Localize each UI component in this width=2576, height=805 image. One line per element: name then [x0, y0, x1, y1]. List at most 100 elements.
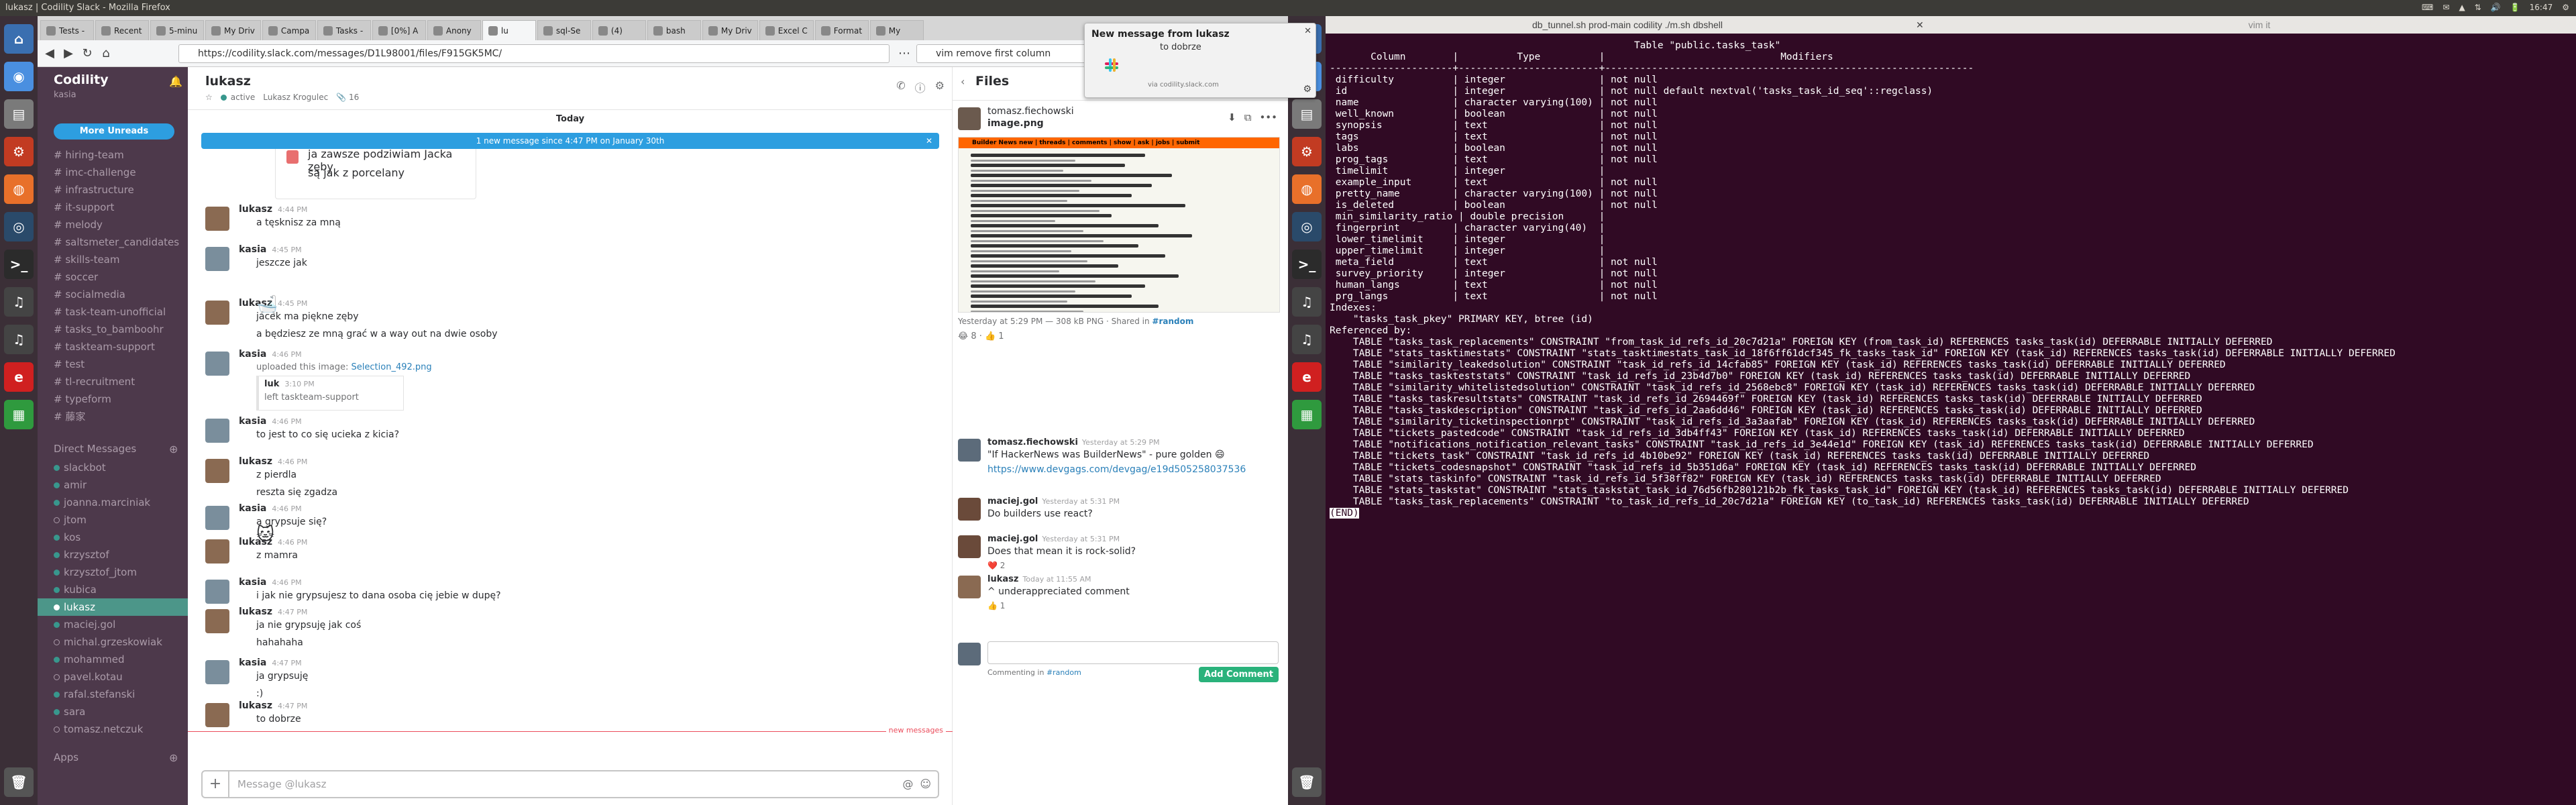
reload-icon[interactable]: ↻ — [79, 46, 95, 62]
page-actions-icon[interactable]: ⋯ — [896, 46, 912, 62]
author-name[interactable]: lukasz — [239, 456, 272, 467]
home-icon[interactable]: ⌂ — [4, 24, 34, 54]
sidebar-channel[interactable]: # soccer — [54, 268, 98, 286]
sidebar-channel[interactable]: # imc-challenge — [54, 164, 136, 181]
terminal-prompt[interactable]: (END) — [1330, 508, 2571, 519]
sidebar-channel[interactable]: # it-support — [54, 199, 114, 216]
browser-tab[interactable]: My — [869, 20, 924, 40]
forward-icon[interactable]: ▶ — [60, 46, 76, 62]
app-icon[interactable]: e — [4, 362, 34, 392]
message-author[interactable]: lukasz 4:47 PM — [239, 700, 307, 711]
avatar[interactable] — [958, 439, 981, 462]
chat-name[interactable]: lukasz — [205, 74, 251, 89]
mention-icon[interactable]: @ — [902, 777, 913, 790]
timestamp[interactable]: 4:46 PM — [272, 417, 301, 426]
comment-reaction[interactable]: 👍 1 — [987, 601, 1005, 610]
browser-tab[interactable]: Anony — [427, 20, 481, 40]
browser-tab[interactable]: 5-minu — [150, 20, 204, 40]
avatar[interactable] — [958, 498, 981, 521]
spreadsheet-icon[interactable]: ▦ — [4, 400, 34, 429]
author-name[interactable]: kasia — [239, 349, 266, 360]
sidebar-dm[interactable]: maciej.gol — [54, 616, 115, 633]
timestamp[interactable]: 4:46 PM — [278, 458, 307, 466]
sidebar-channel[interactable]: # hiring-team — [54, 146, 124, 164]
avatar[interactable] — [958, 107, 981, 130]
image-preview[interactable]: Builder News new | threads | comments | … — [958, 137, 1280, 313]
message-composer[interactable]: + Message @lukasz @ ☺ — [201, 770, 939, 798]
message-author[interactable]: kasia 4:46 PM — [239, 349, 302, 360]
more-unreads-button[interactable]: More Unreads — [54, 123, 174, 140]
timestamp[interactable]: 4:47 PM — [278, 608, 307, 616]
sidebar-dm[interactable]: krzysztof_jtom — [54, 564, 137, 581]
sidebar-dm[interactable]: sara — [54, 703, 85, 720]
author-name[interactable]: kasia — [239, 657, 266, 668]
comment-link[interactable]: https://www.devgags.com/devgag/e19d50525… — [987, 464, 1246, 475]
message-author[interactable]: kasia 4:45 PM — [239, 244, 302, 255]
firefox-icon[interactable]: ◍ — [4, 174, 34, 204]
avatar[interactable] — [205, 459, 229, 483]
timestamp[interactable]: 4:46 PM — [272, 578, 301, 587]
author-name[interactable]: kasia — [239, 577, 266, 588]
author-name[interactable]: lukasz — [239, 700, 272, 711]
timestamp[interactable]: Yesterday at 5:31 PM — [1042, 497, 1120, 506]
trash-icon[interactable]: 🗑 — [4, 767, 34, 797]
trash-icon[interactable]: 🗑 — [1292, 767, 1322, 797]
sidebar-channel[interactable]: # tasks_to_bamboohr — [54, 321, 164, 338]
avatar[interactable] — [205, 419, 229, 443]
browser-tab[interactable]: Tests - — [40, 20, 94, 40]
browser-tab[interactable]: bash — [647, 20, 701, 40]
sidebar-channel[interactable]: # infrastructure — [54, 181, 134, 199]
timestamp[interactable]: 4:45 PM — [278, 299, 307, 308]
message-author[interactable]: kasia 4:46 PM — [239, 416, 302, 427]
spreadsheet-icon[interactable]: ▦ — [1292, 400, 1322, 429]
avatar[interactable] — [205, 301, 229, 325]
sidebar-dm[interactable]: pavel.kotau — [54, 668, 123, 686]
timestamp[interactable]: 4:45 PM — [272, 246, 301, 254]
sidebar-dm[interactable]: kubica — [54, 581, 97, 598]
avatar[interactable] — [205, 352, 229, 376]
terminal-window[interactable]: db_tunnel.sh prod-main codility ./m.sh d… — [1326, 16, 2576, 805]
sidebar-dm[interactable]: krzysztof — [54, 546, 109, 564]
terminal-icon[interactable]: >_ — [4, 250, 34, 279]
author-name[interactable]: kasia — [239, 503, 266, 514]
sidebar-channel[interactable]: # test — [54, 356, 85, 373]
steam-icon[interactable]: ◎ — [4, 212, 34, 241]
comment-author[interactable]: maciej.gol Yesterday at 5:31 PM — [987, 496, 1120, 506]
avatar[interactable] — [958, 576, 981, 598]
comment-author[interactable]: maciej.gol Yesterday at 5:31 PM — [987, 534, 1120, 544]
sidebar-dm[interactable]: slackbot — [54, 459, 106, 476]
browser-tab[interactable]: [0%] A — [372, 20, 426, 40]
add-app-icon[interactable]: ⊕ — [169, 751, 178, 764]
bell-icon[interactable]: 🔔 — [169, 75, 182, 88]
steam-icon[interactable]: ◎ — [1292, 212, 1322, 241]
app-icon[interactable]: e — [1292, 362, 1322, 392]
timestamp[interactable]: 4:46 PM — [278, 538, 307, 547]
terminal-tab-title[interactable]: db_tunnel.sh prod-main codility ./m.sh d… — [1326, 16, 1929, 34]
sidebar-dm[interactable]: michal.grzeskowiak — [54, 633, 162, 651]
url-bar[interactable]: https://codility.slack.com/messages/D1L9… — [178, 44, 890, 63]
sidebar-channel[interactable]: # task-team-unofficial — [54, 303, 166, 321]
launcher-right[interactable]: ⌂◉▤⚙◍◎>_♫♫e▦🗑 — [1288, 16, 1326, 805]
system-tray[interactable]: ⌨ ✉ ▲ ⇅ 🔊 🔋 16:47 ⚙ — [2422, 3, 2569, 12]
browser-tab[interactable]: My Driv — [702, 20, 758, 40]
comment-author[interactable]: tomasz.fiechowski Yesterday at 5:29 PM — [987, 437, 1160, 447]
sidebar-dm[interactable]: kos — [54, 529, 80, 546]
shared-message[interactable]: luk 3:10 PM left taskteam-support — [256, 376, 404, 411]
back-icon[interactable]: ◀ — [42, 46, 58, 62]
gear-icon[interactable]: ⚙ — [935, 79, 945, 95]
current-user[interactable]: kasia — [54, 90, 76, 100]
sidebar-channel[interactable]: # melody — [54, 216, 103, 233]
message-author[interactable]: kasia 4:46 PM — [239, 577, 302, 588]
terminal-icon[interactable]: >_ — [1292, 250, 1322, 279]
sidebar-channel[interactable]: # skills-team — [54, 251, 120, 268]
avatar[interactable] — [958, 535, 981, 558]
dm-header[interactable]: Direct Messages — [54, 443, 136, 455]
timestamp[interactable]: 4:47 PM — [278, 702, 307, 710]
sidebar-channel[interactable]: # 藤家 — [54, 408, 85, 425]
close-icon[interactable]: ✕ — [1304, 26, 1311, 36]
team-name[interactable]: Codility — [54, 72, 109, 87]
avatar[interactable] — [205, 580, 229, 604]
message-author[interactable]: kasia 4:47 PM — [239, 657, 302, 668]
timestamp[interactable]: 4:46 PM — [272, 504, 301, 513]
desktop-notification[interactable]: New message from lukasz to dobrze via co… — [1084, 23, 1316, 98]
